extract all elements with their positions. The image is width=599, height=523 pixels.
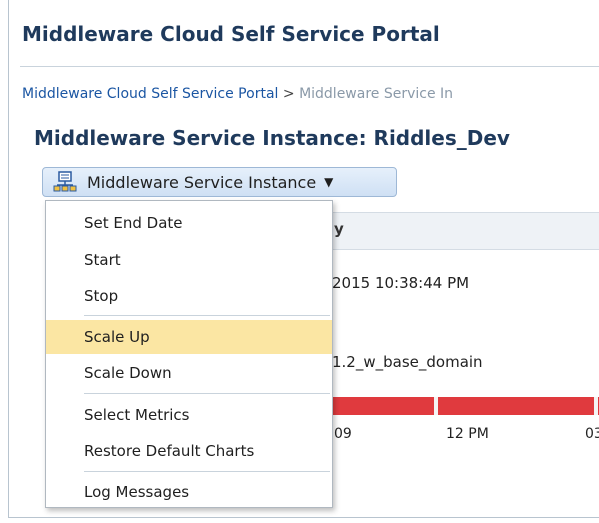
page-title: Middleware Service Instance: Riddles_Dev <box>34 126 510 150</box>
chart-tick-label: 03 <box>585 426 599 442</box>
breadcrumb-link-portal[interactable]: Middleware Cloud Self Service Portal <box>22 86 278 102</box>
service-instance-menu-button[interactable]: Middleware Service Instance ▼ <box>42 167 397 197</box>
menu-item-start[interactable]: Start <box>46 243 332 277</box>
menu-button-label: Middleware Service Instance <box>87 172 317 192</box>
menu-separator <box>84 315 330 316</box>
chart-bar-gap <box>434 397 438 415</box>
menu-item-stop[interactable]: Stop <box>46 279 332 313</box>
menu-item-set-end-date[interactable]: Set End Date <box>46 206 332 240</box>
menu-item-log-messages[interactable]: Log Messages <box>46 475 332 509</box>
menu-separator <box>84 393 330 394</box>
chart-tick-label: 12 PM <box>446 426 489 442</box>
chart-bar-gap <box>594 397 598 415</box>
breadcrumb: Middleware Cloud Self Service Portal > M… <box>22 86 453 102</box>
breadcrumb-separator: > <box>282 86 295 102</box>
menu-separator <box>84 471 330 472</box>
table-header-row <box>330 212 599 250</box>
created-date-value: 2015 10:38:44 PM <box>332 274 470 292</box>
service-instance-dropdown-menu: Set End Date Start Stop Scale Up Scale D… <box>45 200 333 508</box>
menu-item-scale-up[interactable]: Scale Up <box>46 320 332 354</box>
breadcrumb-current: Middleware Service In <box>299 86 454 102</box>
title-divider <box>20 66 599 67</box>
chart-tick-label: 09 <box>334 426 352 442</box>
column-header-fragment: y <box>334 220 344 238</box>
domain-name-value: 1.2_w_base_domain <box>332 353 483 371</box>
app-title: Middleware Cloud Self Service Portal <box>22 22 440 46</box>
service-instance-icon <box>53 171 77 193</box>
availability-chart-bar <box>330 397 599 415</box>
menu-item-restore-default-charts[interactable]: Restore Default Charts <box>46 434 332 468</box>
menu-item-scale-down[interactable]: Scale Down <box>46 356 332 390</box>
chevron-down-icon: ▼ <box>324 175 334 189</box>
menu-item-select-metrics[interactable]: Select Metrics <box>46 398 332 432</box>
